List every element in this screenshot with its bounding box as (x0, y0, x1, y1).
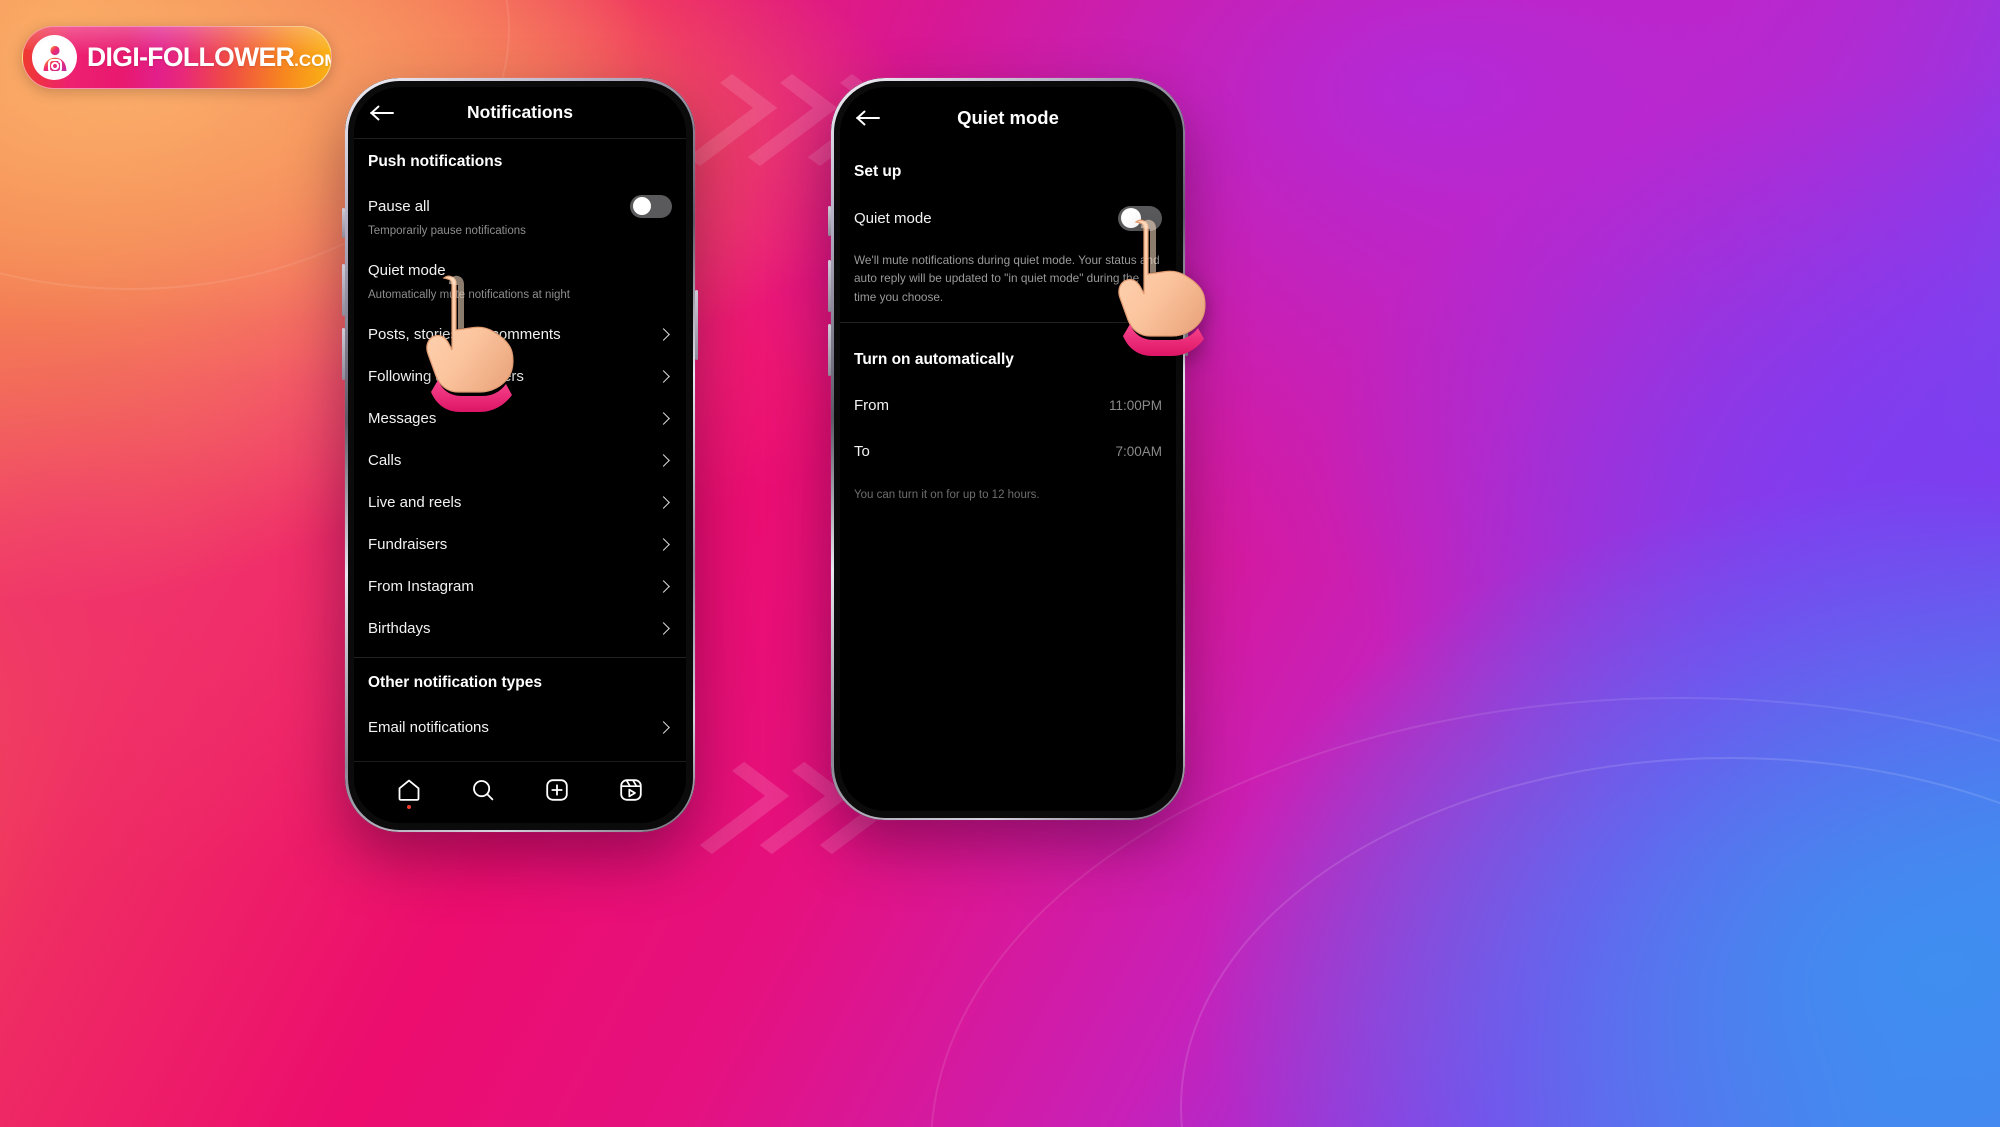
logo-name: DIGI-FOLLOWER (87, 42, 295, 72)
phone1-mute-button[interactable] (342, 208, 345, 238)
section-header-turn-on-automatically: Turn on automatically (854, 350, 1014, 368)
page-title: Notifications (467, 102, 573, 122)
phone-mockup-notifications: Notifications Push notifications Pause a… (342, 78, 698, 832)
section-divider (354, 657, 686, 658)
home-activity-badge (407, 804, 411, 809)
pause-all-toggle[interactable] (630, 194, 672, 218)
home-icon[interactable] (393, 774, 425, 809)
schedule-note: You can turn it on for up to 12 hours. (854, 488, 1040, 501)
chevron-right-icon (657, 369, 670, 383)
phone1-screen: Notifications Push notifications Pause a… (354, 87, 686, 823)
row-email-notifications[interactable]: Email notifications (354, 706, 686, 748)
row-posts-stories-comments[interactable]: Posts, stories and comments (354, 313, 686, 355)
chevron-right-icon (657, 537, 670, 551)
row-label: Following and followers (368, 367, 524, 385)
chevron-right-icon (657, 453, 670, 467)
back-arrow-icon[interactable] (368, 102, 396, 124)
row-value: 11:00PM (1108, 398, 1162, 414)
instagram-person-icon (32, 35, 77, 80)
row-label: Quiet mode (854, 209, 932, 227)
quiet-mode-description: We'll mute notifications during quiet mo… (854, 253, 1160, 304)
create-plus-icon[interactable] (541, 774, 573, 806)
row-label: Email notifications (368, 718, 489, 736)
chevron-right-icon (657, 720, 670, 734)
row-label: Calls (368, 451, 402, 469)
row-label: From Instagram (368, 577, 474, 595)
row-label: Live and reels (368, 493, 462, 511)
row-schedule-from[interactable]: From 11:00PM (840, 383, 1176, 429)
row-calls[interactable]: Calls (354, 439, 686, 481)
row-label: Messages (368, 409, 437, 427)
section-header-set-up: Set up (854, 163, 902, 180)
chevron-right-icon (657, 411, 670, 425)
phone-mockup-quiet-mode: Quiet mode Set up Quiet mode We'll mute … (828, 78, 1188, 820)
chevron-right-icon (657, 495, 670, 509)
phone1-settings-list[interactable]: Push notifications Pause all Temporarily… (354, 139, 686, 761)
phone2-power-button[interactable] (1185, 286, 1188, 356)
search-icon[interactable] (467, 774, 499, 806)
quiet-mode-toggle[interactable] (1118, 205, 1162, 231)
phone2-mute-button[interactable] (828, 206, 831, 236)
row-pause-all[interactable]: Pause all (354, 185, 686, 227)
back-arrow-icon[interactable] (854, 107, 882, 129)
phone2-volume-down-button[interactable] (828, 324, 831, 376)
row-label: Quiet mode (368, 261, 446, 279)
row-label: To (854, 443, 870, 461)
row-fundraisers[interactable]: Fundraisers (354, 523, 686, 565)
row-birthdays[interactable]: Birthdays (354, 607, 686, 649)
phone1-bottom-navigation (354, 761, 686, 823)
phone2-screen: Quiet mode Set up Quiet mode We'll mute … (840, 87, 1176, 811)
row-label: Pause all (368, 197, 430, 215)
site-logo-badge[interactable]: DIGI-FOLLOWER.COM (22, 26, 332, 89)
row-value: 7:00AM (1115, 444, 1162, 460)
decorative-arc-1 (1180, 757, 2000, 1127)
phone2-volume-up-button[interactable] (828, 260, 831, 312)
row-label: Birthdays (368, 619, 431, 637)
section-divider (840, 321, 1176, 323)
row-label: Fundraisers (368, 535, 448, 553)
row-from-instagram[interactable]: From Instagram (354, 565, 686, 607)
row-schedule-to[interactable]: To 7:00AM (840, 429, 1176, 475)
row-following-and-followers[interactable]: Following and followers (354, 355, 686, 397)
chevron-right-icon (657, 621, 670, 635)
phone2-app-header: Quiet mode (840, 87, 1176, 149)
phone2-content[interactable]: Set up Quiet mode We'll mute notificatio… (840, 149, 1176, 811)
row-sub-quiet-mode: Automatically mute notifications at nigh… (368, 289, 570, 301)
chevron-right-icon (657, 327, 670, 341)
logo-text: DIGI-FOLLOWER.COM (87, 42, 331, 73)
chevron-right-icon (657, 579, 670, 593)
section-header-push-notifications: Push notifications (368, 153, 503, 170)
phone1-volume-down-button[interactable] (342, 328, 345, 380)
row-sub-pause-all: Temporarily pause notifications (368, 225, 526, 237)
phone1-power-button[interactable] (695, 290, 698, 360)
reels-icon[interactable] (615, 774, 647, 806)
page-title: Quiet mode (957, 107, 1059, 128)
logo-tld: .COM (294, 51, 331, 70)
section-header-other-notification-types: Other notification types (368, 674, 542, 691)
phone1-volume-up-button[interactable] (342, 264, 345, 316)
row-quiet-mode-toggle[interactable]: Quiet mode (840, 195, 1176, 241)
phone1-app-header: Notifications (354, 87, 686, 139)
row-quiet-mode[interactable]: Quiet mode (354, 249, 686, 291)
row-live-and-reels[interactable]: Live and reels (354, 481, 686, 523)
row-label: Posts, stories and comments (368, 325, 561, 343)
row-label: From (854, 397, 889, 415)
row-messages[interactable]: Messages (354, 397, 686, 439)
